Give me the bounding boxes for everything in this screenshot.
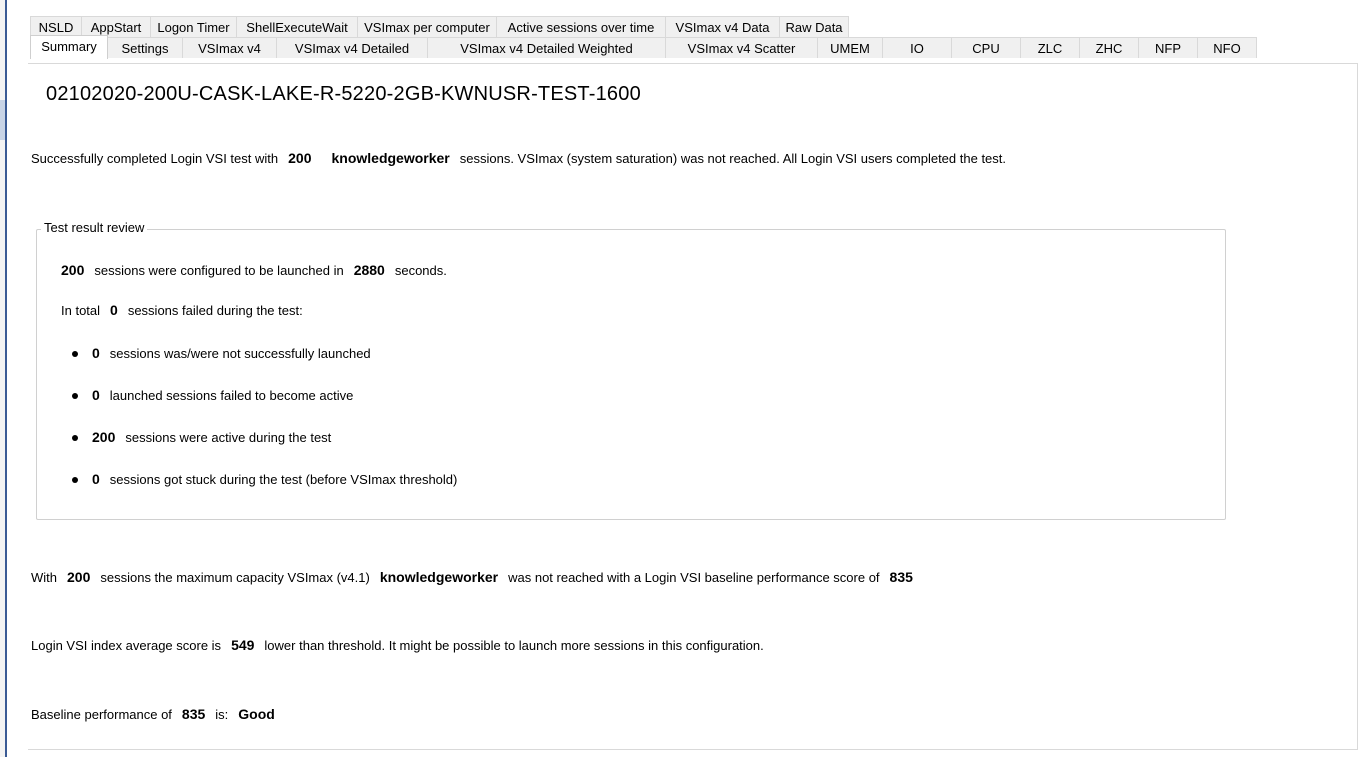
- intro-sessions: 200: [288, 150, 312, 166]
- tab-active-sessions-over-time[interactable]: Active sessions over time: [496, 16, 666, 37]
- bullet-count: 0: [92, 387, 100, 403]
- tab-control: NSLD AppStart Logon Timer ShellExecuteWa…: [20, 16, 1358, 64]
- configured-seconds: 2880: [353, 262, 385, 278]
- bullet-item: 0 sessions got stuck during the test (bef…: [72, 471, 457, 487]
- tab-row-front: Summary Settings VSImax v4 VSImax v4 Det…: [30, 35, 1257, 59]
- tab-vsimax-v4-data[interactable]: VSImax v4 Data: [665, 16, 780, 37]
- tab-row-back: NSLD AppStart Logon Timer ShellExecuteWa…: [30, 16, 849, 37]
- bullet-count: 0: [92, 345, 100, 361]
- test-title: 02102020-200U-CASK-LAKE-R-5220-2GB-KWNUS…: [46, 83, 641, 105]
- tab-settings[interactable]: Settings: [107, 37, 183, 58]
- failed-prefix: In total: [61, 303, 101, 318]
- configured-line: 200 sessions were configured to be launch…: [61, 262, 447, 278]
- configured-text2: seconds.: [394, 263, 447, 278]
- tab-vsimax-v4[interactable]: VSImax v4: [182, 37, 277, 58]
- tab-io[interactable]: IO: [882, 37, 952, 58]
- index-prefix: Login VSI index average score is: [31, 638, 222, 653]
- tab-cpu[interactable]: CPU: [951, 37, 1021, 58]
- capacity-score: 835: [889, 569, 913, 585]
- tab-zlc[interactable]: ZLC: [1020, 37, 1080, 58]
- tab-vsimax-v4-detailed[interactable]: VSImax v4 Detailed: [276, 37, 428, 58]
- tab-vsimax-v4-scatter[interactable]: VSImax v4 Scatter: [665, 37, 818, 58]
- tab-umem[interactable]: UMEM: [817, 37, 883, 58]
- tab-vsimax-per-computer[interactable]: VSImax per computer: [357, 16, 497, 37]
- tab-panel-top-border: [28, 63, 1358, 64]
- failed-count: 0: [110, 302, 118, 318]
- configured-count: 200: [61, 262, 85, 278]
- tab-panel-right-border: [1357, 63, 1358, 750]
- bullet-text: launched sessions failed to become activ…: [109, 388, 354, 403]
- tab-logon-timer[interactable]: Logon Timer: [150, 16, 237, 37]
- bullet-count: 0: [92, 471, 100, 487]
- intro-line: Successfully completed Login VSI test wi…: [31, 150, 1006, 166]
- failed-line: In total 0 sessions failed during the test…: [61, 302, 303, 318]
- bullet-icon: [72, 350, 78, 357]
- capacity-workload: knowledgeworker: [379, 569, 499, 585]
- tab-shellexecutewait[interactable]: ShellExecuteWait: [236, 16, 358, 37]
- bullet-count: 200: [92, 429, 116, 445]
- tab-zhc[interactable]: ZHC: [1079, 37, 1139, 58]
- intro-prefix: Successfully completed Login VSI test wi…: [31, 151, 279, 166]
- bullet-text: sessions was/were not successfully launc…: [109, 346, 371, 361]
- tab-appstart[interactable]: AppStart: [81, 16, 151, 37]
- bullet-text: sessions got stuck during the test (befo…: [109, 472, 458, 487]
- tab-nfp[interactable]: NFP: [1138, 37, 1198, 58]
- tab-nfo[interactable]: NFO: [1197, 37, 1257, 58]
- capacity-sessions: 200: [67, 569, 91, 585]
- window-left-edge: [0, 0, 7, 757]
- tab-panel-bottom-border: [28, 749, 1358, 750]
- tab-raw-data[interactable]: Raw Data: [779, 16, 849, 37]
- tab-nsld[interactable]: NSLD: [30, 16, 82, 37]
- index-suffix: lower than threshold. It might be possib…: [264, 638, 764, 653]
- bullet-icon: [72, 476, 78, 483]
- capacity-prefix: With: [31, 570, 57, 585]
- baseline-prefix: Baseline performance of: [31, 707, 172, 722]
- capacity-text1: sessions the maximum capacity VSImax (v4…: [100, 570, 370, 585]
- tab-summary[interactable]: Summary: [30, 35, 108, 59]
- tab-vsimax-v4-detailed-weighted[interactable]: VSImax v4 Detailed Weighted: [427, 37, 666, 58]
- baseline-score: 835: [181, 706, 206, 722]
- intro-workload: knowledgeworker: [331, 150, 450, 166]
- bullet-icon: [72, 392, 78, 399]
- failed-suffix: sessions failed during the test:: [127, 303, 303, 318]
- baseline-line: Baseline performance of 835 is: Good: [31, 706, 275, 722]
- capacity-text2: was not reached with a Login VSI baselin…: [508, 570, 880, 585]
- index-line: Login VSI index average score is 549 lower…: [31, 637, 764, 653]
- bullet-item: 200 sessions were active during the test: [72, 429, 331, 445]
- left-edge-accent: [5, 0, 7, 757]
- baseline-rating: Good: [238, 706, 275, 722]
- bullet-icon: [72, 434, 78, 441]
- capacity-line: With 200 sessions the maximum capacity VSI…: [31, 569, 913, 585]
- intro-suffix: sessions. VSImax (system saturation) was…: [459, 151, 1007, 166]
- baseline-mid: is:: [215, 707, 229, 722]
- bullet-item: 0 sessions was/were not successfully laun…: [72, 345, 371, 361]
- configured-text1: sessions were configured to be launched …: [94, 263, 344, 278]
- bullet-text: sessions were active during the test: [125, 430, 332, 445]
- test-result-review-legend: Test result review: [41, 220, 148, 235]
- bullet-item: 0 launched sessions failed to become acti…: [72, 387, 353, 403]
- index-score: 549: [231, 637, 255, 653]
